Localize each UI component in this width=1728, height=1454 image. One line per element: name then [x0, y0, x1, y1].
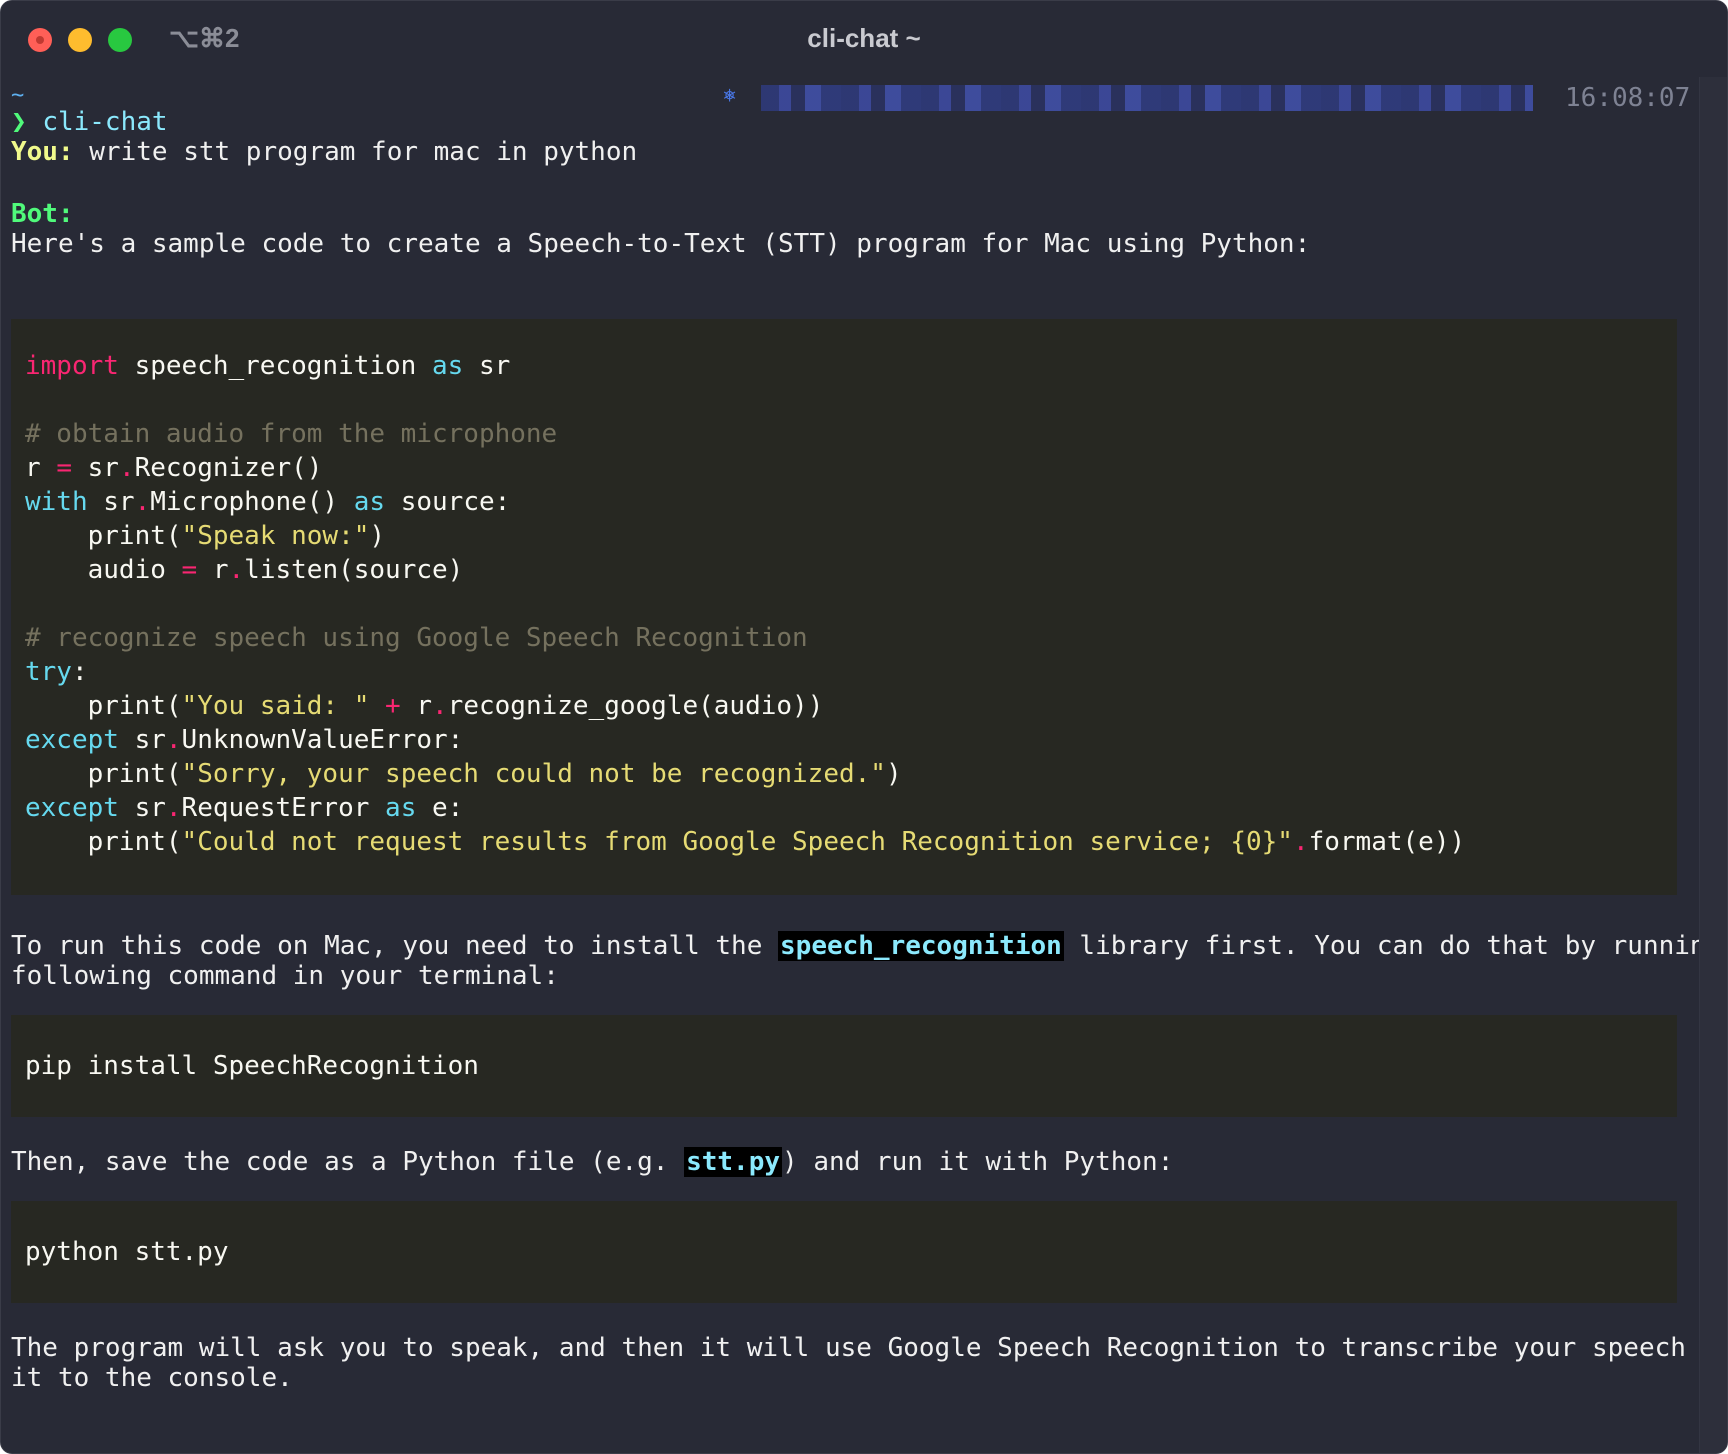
code-line: with sr.Microphone() as source:: [25, 485, 510, 519]
code-token: e:: [416, 793, 464, 823]
outro-line-2: it to the console.: [11, 1363, 293, 1393]
code-token: sr: [118, 725, 166, 755]
code-token: import: [25, 351, 119, 381]
code-token: UnknownValueError:: [181, 725, 464, 755]
pip-command: pip install SpeechRecognition: [25, 1051, 479, 1081]
code-token: source:: [385, 487, 511, 517]
window-title: cli-chat ~: [807, 23, 921, 53]
prompt-command: cli-chat: [42, 107, 168, 137]
code-token: ): [369, 521, 386, 551]
code-token: .: [165, 793, 182, 823]
code-token: print(: [25, 759, 182, 789]
code-token: :: [71, 657, 88, 687]
code-token: speech_recognition: [118, 351, 432, 381]
terminal-window: ⌥⌘2 cli-chat ~ ~ ⎈ 16:08:07 ❯ cli-chat Y…: [0, 0, 1728, 1454]
code-token: # obtain audio from the microphone: [25, 419, 558, 449]
code-token: =: [181, 555, 198, 585]
user-message-line: You: write stt program for mac in python: [11, 135, 637, 169]
text-span: To run this code on Mac, you need to ins…: [11, 931, 779, 961]
code-token: print(: [25, 691, 182, 721]
code-token: .: [118, 453, 135, 483]
run-command: python stt.py: [25, 1237, 229, 1267]
prompt-line: ❯ cli-chat: [11, 105, 168, 139]
code-token: listen(source): [244, 555, 464, 585]
code-block-pip[interactable]: pip install SpeechRecognition: [11, 1015, 1677, 1117]
prompt-arrow-icon: ❯: [11, 107, 27, 137]
code-line: try:: [25, 655, 88, 689]
code-token: "Could not request results from Google S…: [181, 827, 1293, 857]
bot-label: Bot:: [11, 199, 74, 229]
code-token: sr: [463, 351, 511, 381]
code-token: with: [25, 487, 88, 517]
code-token: "Sorry, your speech could not be recogni…: [181, 759, 886, 789]
scrollbar[interactable]: [1699, 77, 1727, 1453]
text-span: library first. You can do that by runnin…: [1063, 931, 1728, 961]
code-token: # recognize speech using Google Speech R…: [25, 623, 808, 653]
bot-intro: Here's a sample code to create a Speech-…: [11, 229, 1311, 259]
code-token: .: [134, 487, 151, 517]
code-token: format(e)): [1308, 827, 1466, 857]
title-bar: ⌥⌘2 cli-chat ~: [1, 1, 1727, 77]
code-line: print("Speak now:"): [25, 519, 385, 553]
code-line: print("You said: " + r.recognize_google(…: [25, 689, 824, 723]
save-paragraph: Then, save the code as a Python file (e.…: [11, 1145, 1173, 1179]
code-line: # obtain audio from the microphone: [25, 417, 557, 451]
code-token: print(: [25, 521, 182, 551]
redacted-context: [761, 85, 1533, 111]
code-token: Recognizer(): [134, 453, 323, 483]
terminal-content[interactable]: ~ ⎈ 16:08:07 ❯ cli-chat You: write stt p…: [1, 77, 1727, 1453]
code-block-run[interactable]: python stt.py: [11, 1201, 1677, 1303]
code-line: r = sr.Recognizer(): [25, 451, 322, 485]
code-token: "Speak now:": [181, 521, 370, 551]
text-span: Then, save the code as a Python file (e.…: [11, 1147, 685, 1177]
code-line: except sr.RequestError as e:: [25, 791, 463, 825]
code-token: sr: [71, 453, 119, 483]
code-token: "You said: ": [181, 691, 370, 721]
code-token: try: [25, 657, 72, 687]
code-token: sr: [87, 487, 135, 517]
code-token: .: [1292, 827, 1309, 857]
code-line: audio = r.listen(source): [25, 553, 464, 587]
code-token: r: [197, 555, 229, 585]
code-token: +: [385, 691, 401, 721]
code-token: print(: [25, 827, 182, 857]
code-line: import speech_recognition as sr: [25, 349, 510, 383]
clock-time: 16:08:07: [1565, 83, 1691, 113]
code-token: =: [56, 453, 72, 483]
inline-code-stt-py: stt.py: [684, 1147, 783, 1177]
inline-code-speech-recognition: speech_recognition: [778, 931, 1064, 961]
code-token: .: [165, 725, 182, 755]
code-line: except sr.UnknownValueError:: [25, 723, 463, 757]
code-token: RequestError: [181, 793, 386, 823]
code-block-python[interactable]: import speech_recognition as sr # obtain …: [11, 319, 1677, 895]
kubernetes-icon: ⎈: [723, 83, 737, 108]
code-line: # recognize speech using Google Speech R…: [25, 621, 808, 655]
outro-line-1: The program will ask you to speak, and t…: [11, 1333, 1728, 1363]
code-token: Microphone(): [150, 487, 354, 517]
code-token: as: [432, 351, 464, 381]
text-span: ) and run it with Python:: [782, 1147, 1174, 1177]
user-message: write stt program for mac in python: [73, 137, 638, 167]
user-label: You:: [11, 137, 74, 167]
code-token: as: [385, 793, 417, 823]
code-token: r: [400, 691, 433, 721]
code-token: recognize_google(audio)): [447, 691, 824, 721]
install-paragraph-line-2: following command in your terminal:: [11, 961, 559, 991]
code-token: .: [432, 691, 448, 721]
code-token: as: [353, 487, 386, 517]
code-token: .: [228, 555, 245, 585]
code-line: print("Sorry, your speech could not be r…: [25, 757, 902, 791]
code-line: print("Could not request results from Go…: [25, 825, 1466, 859]
code-token: except: [25, 725, 119, 755]
code-token: r: [25, 453, 57, 483]
code-token: except: [25, 793, 119, 823]
install-paragraph-line-1: To run this code on Mac, you need to ins…: [11, 929, 1728, 963]
code-token: audio: [25, 555, 182, 585]
code-token: ): [885, 759, 902, 789]
code-token: sr: [118, 793, 166, 823]
